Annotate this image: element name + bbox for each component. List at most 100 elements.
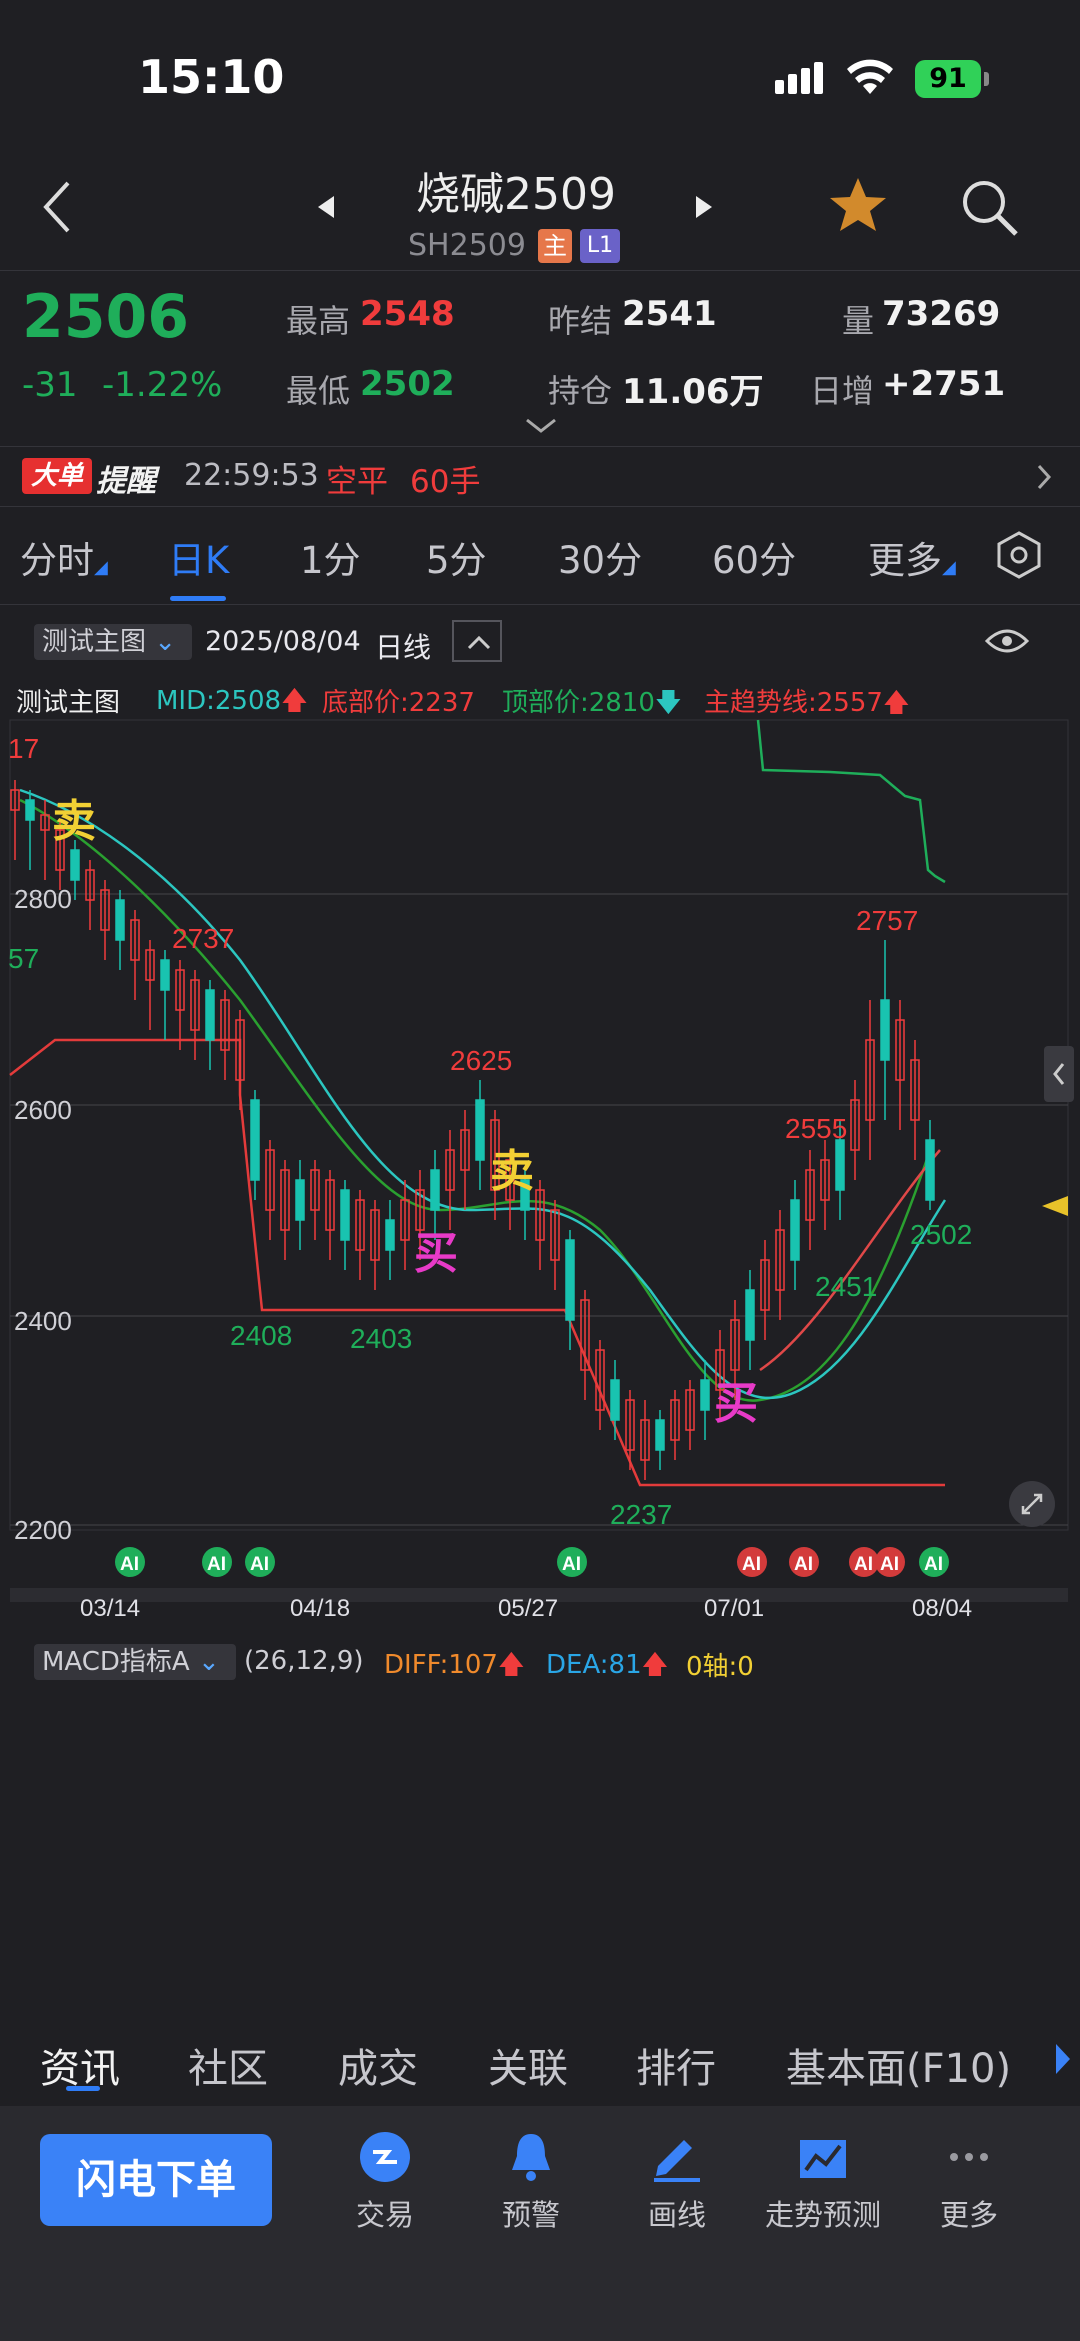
tabs-scroll-right-icon[interactable] — [1054, 2044, 1070, 2074]
contract-title: 烧碱2509 — [416, 169, 616, 220]
y-tick-label: 2600 — [14, 1095, 72, 1125]
tab-30min[interactable]: 30分 — [558, 530, 642, 584]
macd-indicator-select[interactable]: MACD指标A ⌄ — [34, 1644, 236, 1680]
alert-label[interactable]: 预警 — [461, 2192, 601, 2234]
price-label: 2502 — [910, 1219, 972, 1250]
dropdown-triangle-icon: ◢ — [942, 557, 956, 578]
candle-body — [610, 1379, 620, 1421]
price-pointer-icon — [1042, 1196, 1068, 1216]
flash-order-button[interactable]: 闪电下单 — [40, 2134, 272, 2226]
candle-body — [160, 959, 170, 991]
candle-body — [655, 1419, 665, 1451]
candle-body — [250, 1099, 260, 1181]
candle-body — [115, 899, 125, 941]
price-label: 2555 — [785, 1113, 847, 1144]
volume-value: 73269 — [882, 294, 1001, 334]
draw-line-icon[interactable] — [650, 2130, 704, 2184]
price-label: 2237 — [610, 1499, 672, 1530]
tab-more[interactable]: 更多◢ — [868, 530, 956, 584]
price-label: 2737 — [172, 923, 234, 954]
ai-marker: AI — [794, 1554, 813, 1575]
draw-line-label[interactable]: 画线 — [607, 2192, 747, 2234]
macd-dea: DEA:81🡅 — [546, 1646, 668, 1690]
contract-code: SH2509 — [408, 228, 526, 263]
price-change-pct: -1.22% — [102, 365, 223, 405]
trend-line-red — [759, 1149, 941, 1372]
chart-period: 日线 — [375, 631, 432, 664]
tab-1min[interactable]: 1分 — [300, 530, 361, 584]
more-label[interactable]: 更多 — [899, 2192, 1039, 2234]
candle-body — [835, 1139, 845, 1191]
trade-label[interactable]: 交易 — [315, 2192, 455, 2234]
trend-predict-label[interactable]: 走势预测 — [753, 2192, 893, 2234]
ai-marker: AI — [250, 1554, 269, 1575]
arrow-up-icon: 🡅 — [641, 1650, 669, 1680]
back-icon[interactable] — [42, 180, 72, 234]
next-contract-icon[interactable] — [694, 196, 712, 218]
alert-quantity: 60手 — [410, 464, 481, 500]
ai-marker: AI — [207, 1554, 226, 1575]
chart-settings-icon[interactable] — [994, 530, 1044, 580]
tab-trades[interactable]: 成交 — [338, 2036, 418, 2094]
fullscreen-icon[interactable] — [1008, 1480, 1056, 1528]
ai-marker: AI — [742, 1554, 761, 1575]
buy-signal: 买 — [414, 1228, 458, 1279]
macd-indicator-name: MACD指标A — [42, 1647, 190, 1677]
price-label: 57 — [8, 943, 39, 974]
active-tab-indicator — [66, 2086, 100, 2091]
tab-ranking[interactable]: 排行 — [636, 2036, 716, 2094]
search-icon[interactable] — [960, 178, 1020, 238]
x-tick-label: 07/01 — [704, 1595, 764, 1620]
candle-body — [790, 1199, 800, 1261]
more-dots-icon[interactable] — [942, 2130, 996, 2184]
daily-increase-value: +2751 — [882, 364, 1006, 404]
chart-date: 2025/08/04 — [205, 626, 361, 657]
status-time: 15:10 — [138, 50, 285, 104]
main-contract-badge: 主 — [538, 229, 572, 263]
tab-60min[interactable]: 60分 — [712, 530, 796, 584]
candlestick-chart[interactable]: 2800 2600 2400 2200 03/14 04/18 05/27 07/01 08/0… — [0, 700, 1080, 1620]
divider — [0, 604, 1080, 605]
tab-5min[interactable]: 5分 — [426, 530, 487, 584]
bell-icon[interactable] — [504, 2130, 558, 2184]
chart-frame — [9, 719, 1069, 1531]
main-indicator-select[interactable]: 测试主图 ⌄ — [34, 624, 192, 660]
daily-increase-label: 日增 — [810, 372, 875, 410]
chevron-down-icon: ⌄ — [198, 1647, 220, 1677]
side-panel-handle[interactable] — [1044, 1046, 1074, 1102]
alert-word: 提醒 — [96, 464, 156, 499]
tab-daily-k[interactable]: 日K — [168, 530, 229, 584]
candle-body — [880, 999, 890, 1061]
last-price: 2506 — [22, 282, 189, 352]
tab-community[interactable]: 社区 — [188, 2036, 268, 2094]
cellular-signal-icon — [775, 62, 823, 94]
candle-body — [205, 989, 215, 1041]
volume-label: 量 — [842, 302, 875, 340]
ai-marker: AI — [880, 1554, 899, 1575]
tab-timeshare[interactable]: 分时◢ — [20, 530, 108, 584]
tab-fundamentals[interactable]: 基本面(F10) — [786, 2036, 1011, 2094]
candle-body — [340, 1189, 350, 1241]
trend-predict-icon[interactable] — [796, 2130, 850, 2184]
candle-body — [70, 849, 80, 881]
collapse-button[interactable] — [452, 620, 502, 662]
ma-line-cyan — [19, 788, 947, 1400]
level-badge: L1 — [580, 229, 620, 263]
candle-body — [295, 1179, 305, 1221]
alert-more-icon[interactable] — [1036, 464, 1052, 490]
buy-signal: 买 — [714, 1378, 758, 1429]
chevron-down-icon: ⌄ — [154, 627, 177, 657]
tab-related[interactable]: 关联 — [488, 2036, 568, 2094]
candle-body — [475, 1099, 485, 1161]
price-label: 17 — [8, 733, 39, 764]
ai-marker: AI — [120, 1554, 139, 1575]
favorite-star-icon[interactable] — [828, 176, 888, 234]
x-tick-label: 05/27 — [498, 1595, 558, 1620]
ai-marker: AI — [562, 1554, 581, 1575]
expand-quote-icon[interactable] — [525, 418, 557, 434]
prev-contract-icon[interactable] — [318, 196, 336, 218]
y-tick-label: 2400 — [14, 1306, 72, 1336]
eye-icon[interactable] — [985, 626, 1029, 656]
price-label: 2625 — [450, 1045, 512, 1076]
trade-icon[interactable] — [358, 2130, 412, 2184]
